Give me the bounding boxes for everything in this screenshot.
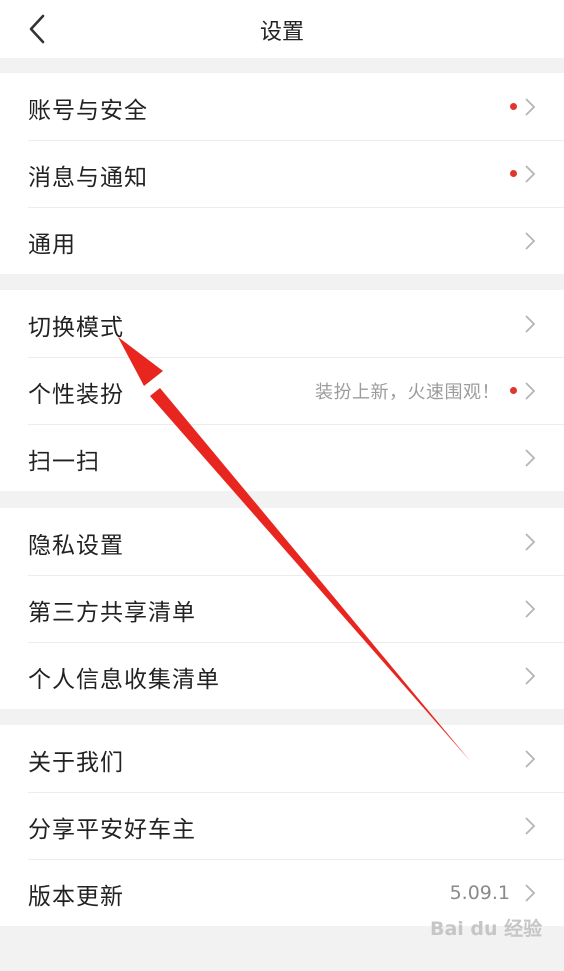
settings-item-share-app[interactable]: 分享平安好车主 bbox=[0, 792, 564, 859]
settings-item-account-security[interactable]: 账号与安全 bbox=[0, 73, 564, 140]
settings-item-label: 隐私设置 bbox=[28, 533, 124, 559]
settings-item-label: 关于我们 bbox=[28, 750, 124, 776]
settings-item-about-us[interactable]: 关于我们 bbox=[0, 725, 564, 792]
settings-item-label: 个性装扮 bbox=[28, 382, 124, 408]
chevron-right-icon bbox=[525, 749, 536, 768]
settings-group-about: 关于我们 分享平安好车主 版本更新 5.09.1 bbox=[0, 725, 564, 926]
notification-dot bbox=[510, 170, 517, 177]
settings-group-account: 账号与安全 消息与通知 通用 bbox=[0, 73, 564, 274]
chevron-right-icon bbox=[525, 164, 536, 183]
settings-item-third-party-sharing[interactable]: 第三方共享清单 bbox=[0, 575, 564, 642]
settings-item-label: 账号与安全 bbox=[28, 98, 148, 124]
chevron-right-icon bbox=[525, 816, 536, 835]
settings-item-personalize[interactable]: 个性装扮 装扮上新，火速围观！ bbox=[0, 357, 564, 424]
settings-item-label: 第三方共享清单 bbox=[28, 600, 196, 626]
settings-item-label: 通用 bbox=[28, 232, 76, 258]
notification-dot bbox=[510, 387, 517, 394]
settings-item-label: 分享平安好车主 bbox=[28, 817, 196, 843]
settings-item-label: 扫一扫 bbox=[28, 449, 100, 475]
version-number: 5.09.1 bbox=[449, 881, 510, 904]
settings-group-privacy: 隐私设置 第三方共享清单 个人信息收集清单 bbox=[0, 508, 564, 709]
page-title: 设置 bbox=[259, 20, 304, 45]
settings-item-label: 个人信息收集清单 bbox=[28, 667, 220, 693]
settings-item-label: 版本更新 bbox=[28, 884, 124, 910]
settings-item-hint: 装扮上新，火速围观！ bbox=[315, 381, 500, 403]
watermark-logo: Bai du 经验 bbox=[430, 918, 543, 940]
settings-group-mode: 切换模式 个性装扮 装扮上新，火速围观！ 扫一扫 bbox=[0, 290, 564, 491]
settings-item-scan[interactable]: 扫一扫 bbox=[0, 424, 564, 491]
chevron-right-icon bbox=[525, 231, 536, 250]
navigation-bar: 设置 bbox=[0, 0, 564, 58]
chevron-right-icon bbox=[525, 381, 536, 400]
chevron-right-icon bbox=[525, 883, 536, 902]
settings-item-privacy[interactable]: 隐私设置 bbox=[0, 508, 564, 575]
settings-item-general[interactable]: 通用 bbox=[0, 207, 564, 274]
chevron-right-icon bbox=[525, 599, 536, 618]
chevron-right-icon bbox=[525, 314, 536, 333]
chevron-right-icon bbox=[525, 666, 536, 685]
settings-item-messages-notifications[interactable]: 消息与通知 bbox=[0, 140, 564, 207]
settings-item-label: 切换模式 bbox=[28, 315, 124, 341]
chevron-right-icon bbox=[525, 97, 536, 116]
settings-item-personal-info-collection[interactable]: 个人信息收集清单 bbox=[0, 642, 564, 709]
chevron-right-icon bbox=[525, 532, 536, 551]
settings-item-label: 消息与通知 bbox=[28, 165, 148, 191]
notification-dot bbox=[510, 103, 517, 110]
settings-item-switch-mode[interactable]: 切换模式 bbox=[0, 290, 564, 357]
chevron-right-icon bbox=[525, 448, 536, 467]
